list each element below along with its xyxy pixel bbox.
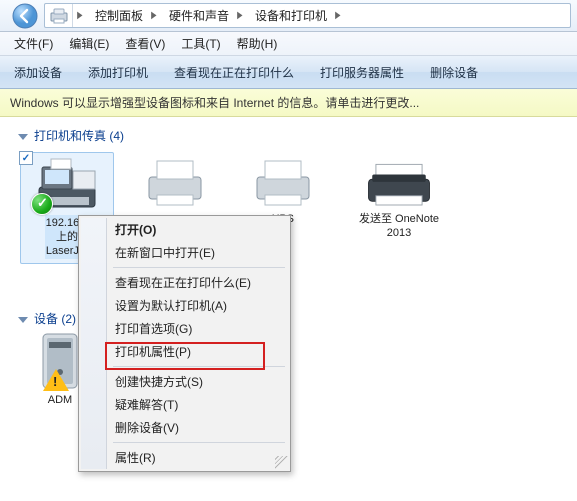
context-menu: 打开(O) 在新窗口中打开(E) 查看现在正在打印什么(E) 设置为默认打印机(… bbox=[78, 215, 291, 472]
menu-properties[interactable]: 属性(R) bbox=[81, 446, 288, 469]
add-device-button[interactable]: 添加设备 bbox=[10, 62, 66, 83]
group-title: 打印机和传真 (4) bbox=[34, 127, 124, 144]
group-header-printers[interactable]: 打印机和传真 (4) bbox=[2, 121, 575, 146]
group-title: 设备 (2) bbox=[34, 310, 76, 327]
menu-bar: 文件(F) 编辑(E) 查看(V) 工具(T) 帮助(H) bbox=[0, 32, 577, 56]
add-printer-button[interactable]: 添加打印机 bbox=[84, 62, 152, 83]
menu-create-shortcut[interactable]: 创建快捷方式(S) bbox=[81, 370, 288, 393]
printer-icon bbox=[141, 153, 209, 209]
collapse-icon bbox=[18, 134, 28, 140]
menu-separator bbox=[113, 366, 285, 367]
printer-icon bbox=[363, 153, 435, 209]
see-whats-printing-button[interactable]: 查看现在正在打印什么 bbox=[170, 62, 298, 83]
printer-item[interactable] bbox=[128, 148, 222, 216]
nav-back-button[interactable] bbox=[6, 2, 44, 29]
menu-separator bbox=[113, 267, 285, 268]
printer-icon bbox=[249, 153, 317, 209]
menu-printer-properties[interactable]: 打印机属性(P) bbox=[81, 340, 288, 363]
menu-separator bbox=[113, 442, 285, 443]
collapse-icon bbox=[18, 317, 28, 323]
remove-device-button[interactable]: 删除设备 bbox=[426, 62, 482, 83]
status-ok-icon bbox=[31, 193, 53, 215]
menu-see-printing[interactable]: 查看现在正在打印什么(E) bbox=[81, 271, 288, 294]
printer-label: 发送至 OneNote 2013 bbox=[358, 211, 440, 241]
menu-open-new-window[interactable]: 在新窗口中打开(E) bbox=[81, 241, 288, 264]
menu-edit[interactable]: 编辑(E) bbox=[61, 33, 117, 55]
breadcrumb-segment[interactable]: 硬件和声音 bbox=[161, 4, 233, 27]
menu-open[interactable]: 打开(O) bbox=[81, 218, 288, 241]
menu-view[interactable]: 查看(V) bbox=[117, 33, 173, 55]
info-bar[interactable]: Windows 可以显示增强型设备图标和来自 Internet 的信息。请单击进… bbox=[0, 89, 577, 117]
menu-file[interactable]: 文件(F) bbox=[6, 33, 61, 55]
breadcrumb-segment[interactable]: 控制面板 bbox=[87, 4, 147, 27]
printer-item[interactable]: 发送至 OneNote 2013 bbox=[344, 148, 454, 246]
menu-help[interactable]: 帮助(H) bbox=[229, 33, 286, 55]
command-toolbar: 添加设备 添加打印机 查看现在正在打印什么 打印服务器属性 删除设备 bbox=[0, 56, 577, 89]
address-bar: 控制面板 硬件和声音 设备和打印机 bbox=[0, 0, 577, 32]
info-bar-text: Windows 可以显示增强型设备图标和来自 Internet 的信息。请单击进… bbox=[10, 94, 419, 111]
print-server-props-button[interactable]: 打印服务器属性 bbox=[316, 62, 408, 83]
menu-tools[interactable]: 工具(T) bbox=[173, 33, 228, 55]
devices-printers-icon bbox=[45, 4, 73, 27]
breadcrumb-sep-icon[interactable] bbox=[73, 10, 87, 21]
device-label: ADM bbox=[48, 393, 72, 407]
menu-troubleshoot[interactable]: 疑难解答(T) bbox=[81, 393, 288, 416]
breadcrumb-segment[interactable]: 设备和打印机 bbox=[247, 4, 331, 27]
breadcrumb-sep-icon[interactable] bbox=[233, 10, 247, 21]
breadcrumb-sep-icon[interactable] bbox=[331, 10, 345, 21]
menu-printing-preferences[interactable]: 打印首选项(G) bbox=[81, 317, 288, 340]
warning-icon bbox=[43, 369, 69, 391]
menu-set-default-printer[interactable]: 设置为默认打印机(A) bbox=[81, 294, 288, 317]
breadcrumb-sep-icon[interactable] bbox=[147, 10, 161, 21]
breadcrumb[interactable]: 控制面板 硬件和声音 设备和打印机 bbox=[44, 3, 571, 28]
menu-remove-device[interactable]: 删除设备(V) bbox=[81, 416, 288, 439]
